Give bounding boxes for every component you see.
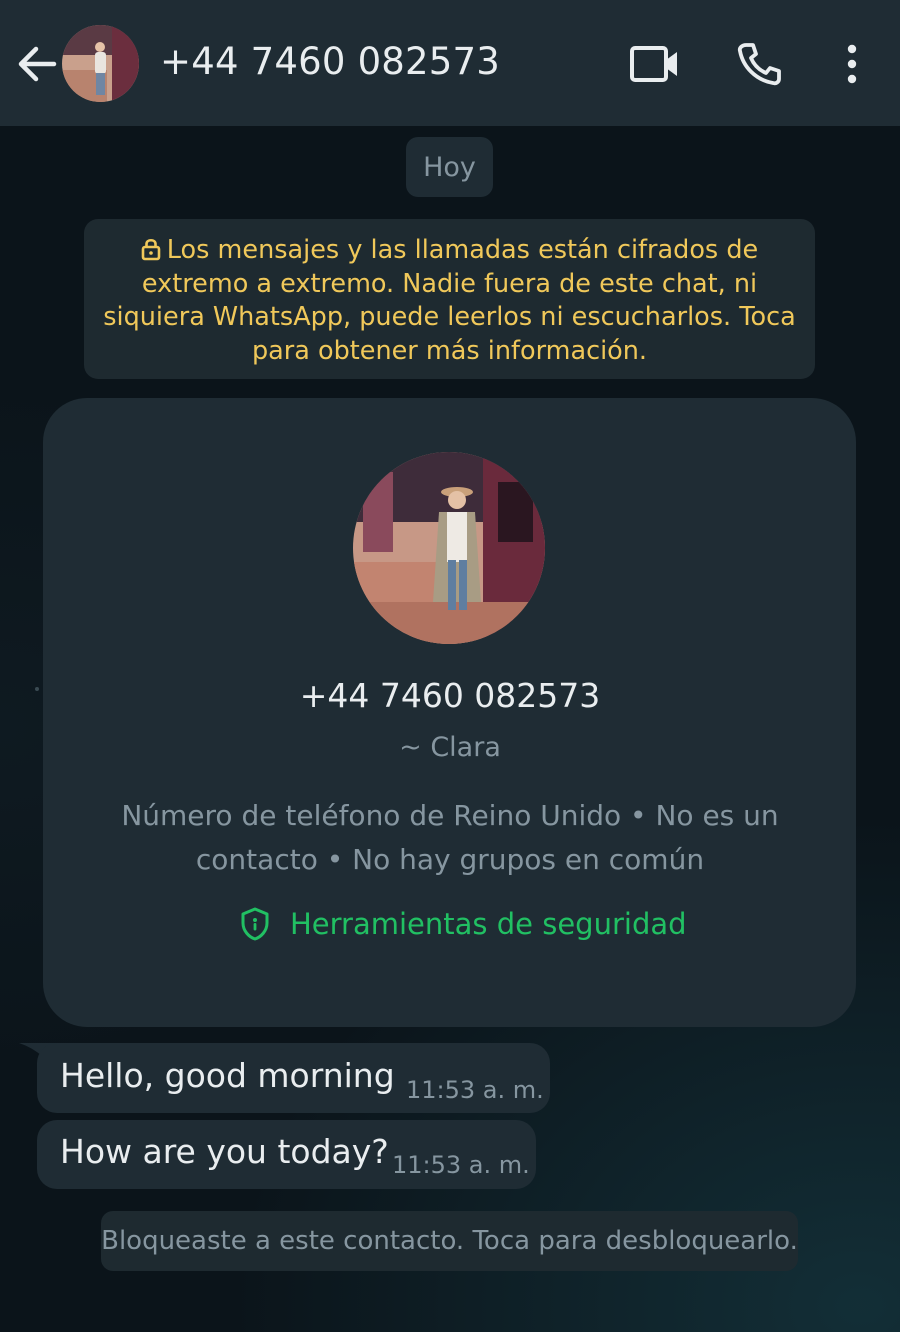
- card-phone-number: +44 7460 082573: [299, 676, 601, 715]
- lock-icon: [141, 238, 161, 261]
- message-text: How are you today?: [60, 1132, 389, 1171]
- phone-icon: [737, 43, 781, 86]
- video-camera-icon: [630, 46, 677, 82]
- encryption-notice-text: Los mensajes y las llamadas están cifrad…: [103, 235, 796, 366]
- encryption-notice[interactable]: Los mensajes y las llamadas están cifrad…: [84, 219, 815, 379]
- incoming-message[interactable]: How are you today? 11:53 a. m.: [37, 1120, 536, 1189]
- card-contact-info: Número de teléfono de Reino Unido • No e…: [121, 799, 779, 876]
- contact-title[interactable]: +44 7460 082573: [160, 40, 500, 83]
- message-time: 11:53 a. m.: [406, 1076, 544, 1104]
- incoming-message[interactable]: Hello, good morning 11:53 a. m.: [37, 1043, 550, 1113]
- back-button[interactable]: [12, 38, 62, 90]
- contact-avatar-large[interactable]: [353, 452, 545, 644]
- arrow-left-icon: [18, 46, 57, 82]
- chat-header: +44 7460 082573: [0, 0, 900, 126]
- voice-call-button[interactable]: [735, 40, 783, 88]
- more-vertical-icon: [847, 44, 857, 84]
- security-tools-link[interactable]: Herramientas de seguridad: [240, 902, 687, 946]
- security-tools-label: Herramientas de seguridad: [290, 907, 687, 941]
- more-options-button[interactable]: [836, 40, 868, 88]
- avatar[interactable]: [62, 25, 139, 102]
- blocked-contact-notice[interactable]: Bloqueaste a este contacto. Toca para de…: [101, 1211, 798, 1271]
- video-call-button[interactable]: [628, 42, 682, 86]
- shield-icon: [241, 907, 269, 941]
- message-time: 11:53 a. m.: [392, 1151, 530, 1179]
- card-contact-name: ~ Clara: [399, 732, 501, 763]
- message-text: Hello, good morning: [60, 1056, 395, 1095]
- date-chip: Hoy: [406, 137, 493, 197]
- background-speck: [35, 687, 39, 691]
